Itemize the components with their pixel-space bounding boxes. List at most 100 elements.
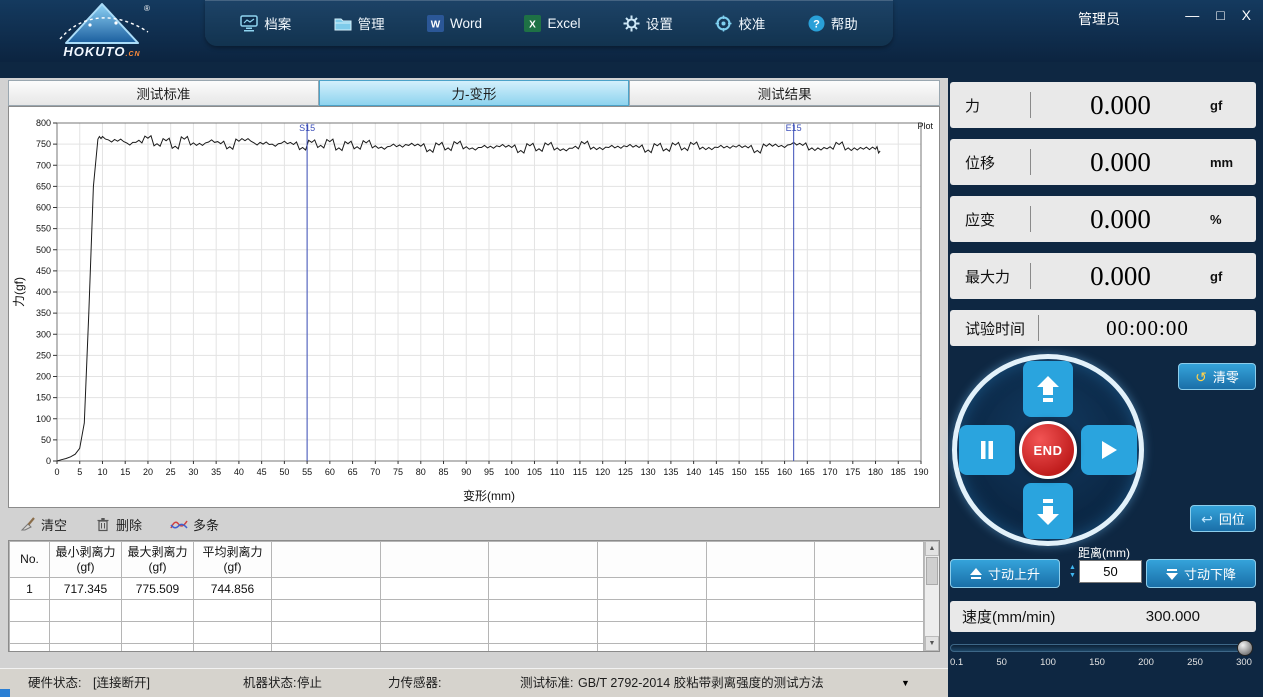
- table-cell: 1: [10, 578, 50, 600]
- slider-knob[interactable]: [1237, 640, 1253, 656]
- table-row[interactable]: 1 717.345 775.509 744.856: [10, 578, 924, 600]
- menu-item-settings[interactable]: 设置: [623, 13, 673, 33]
- menu-item-word[interactable]: W Word: [427, 15, 482, 32]
- standard-dropdown-arrow[interactable]: ▼: [901, 669, 910, 697]
- svg-text:0: 0: [46, 456, 51, 466]
- svg-text:500: 500: [36, 245, 51, 255]
- svg-text:185: 185: [891, 467, 906, 477]
- chart-card: 0510152025303540455055606570758085909510…: [8, 106, 940, 508]
- strain-label: 应变: [950, 209, 1030, 230]
- distance-spin-arrows[interactable]: ▲▼: [1066, 560, 1079, 583]
- column-header: 最大剥离力 (gf): [122, 542, 194, 578]
- svg-text:160: 160: [777, 467, 792, 477]
- tick-label: 150: [1089, 657, 1105, 668]
- multi-curve-button[interactable]: 多条: [170, 515, 219, 534]
- menu-item-label: Word: [450, 16, 482, 31]
- menu-item-calibrate[interactable]: 校准: [715, 13, 765, 33]
- logo-text: HOKUTO: [63, 44, 125, 59]
- logo-triangle-icon: ® HOKUTO.CN: [46, 1, 160, 61]
- close-button[interactable]: X: [1242, 7, 1251, 23]
- menu-item-help[interactable]: ? 帮助: [808, 13, 858, 33]
- zero-button[interactable]: ↺ 清零: [1178, 363, 1256, 390]
- machine-status-value: 停止: [297, 669, 322, 697]
- svg-text:650: 650: [36, 181, 51, 191]
- move-up-button[interactable]: [1023, 361, 1073, 417]
- menu-item-excel[interactable]: X Excel: [524, 15, 580, 32]
- menu-item-archive[interactable]: 档案: [240, 13, 291, 33]
- svg-text:550: 550: [36, 224, 51, 234]
- svg-text:40: 40: [234, 467, 244, 477]
- displacement-unit: mm: [1210, 155, 1256, 170]
- end-button[interactable]: END: [1019, 421, 1077, 479]
- pause-button[interactable]: [959, 425, 1015, 475]
- svg-text:115: 115: [573, 467, 587, 477]
- force-deformation-chart[interactable]: 0510152025303540455055606570758085909510…: [11, 109, 937, 505]
- strain-readout: 应变 0.000 %: [950, 196, 1256, 242]
- svg-text:120: 120: [595, 467, 610, 477]
- table-row-empty[interactable]: [10, 622, 924, 644]
- svg-text:35: 35: [211, 467, 221, 477]
- clear-label: 清空: [41, 515, 67, 534]
- delete-label: 删除: [116, 515, 142, 534]
- start-button[interactable]: [1081, 425, 1137, 475]
- svg-text:S15: S15: [299, 123, 315, 133]
- pause-icon: [979, 441, 995, 459]
- distance-input[interactable]: 50: [1079, 560, 1142, 583]
- svg-text:5: 5: [77, 467, 82, 477]
- tab-force-deformation[interactable]: 力-变形: [319, 80, 630, 106]
- svg-text:80: 80: [416, 467, 426, 477]
- table-cell: 744.856: [194, 578, 272, 600]
- tick-label: 50: [996, 657, 1007, 668]
- scroll-down-button[interactable]: ▼: [925, 636, 939, 651]
- tab-test-standard[interactable]: 测试标准: [8, 80, 319, 106]
- test-standard-value: GB/T 2792-2014 胶粘带剥离强度的测试方法: [578, 669, 824, 697]
- max-force-value: 0.000: [1031, 261, 1210, 292]
- jog-down-button[interactable]: 寸动下降: [1146, 559, 1256, 588]
- menu-item-label: Excel: [547, 16, 580, 31]
- tick-label: 100: [1040, 657, 1056, 668]
- max-force-readout: 最大力 0.000 gf: [950, 253, 1256, 299]
- calibrate-target-icon: [715, 15, 732, 32]
- slider-track[interactable]: [950, 644, 1252, 652]
- scroll-up-button[interactable]: ▲: [925, 541, 939, 556]
- table-scrollbar[interactable]: ▲ ▼: [924, 541, 939, 651]
- menubar: 档案 管理 W Word X Excel 设置 校准: [205, 0, 893, 46]
- displacement-readout: 位移 0.000 mm: [950, 139, 1256, 185]
- maximize-button[interactable]: □: [1216, 7, 1224, 23]
- force-unit: gf: [1210, 98, 1256, 113]
- tick-label: 250: [1187, 657, 1203, 668]
- svg-text:50: 50: [41, 435, 51, 445]
- move-down-button[interactable]: [1023, 483, 1073, 539]
- menu-item-manage[interactable]: 管理: [334, 13, 385, 33]
- window-corner-accent: [0, 689, 10, 697]
- svg-text:30: 30: [188, 467, 198, 477]
- svg-text:700: 700: [36, 160, 51, 170]
- svg-text:750: 750: [36, 139, 51, 149]
- minimize-button[interactable]: —: [1185, 7, 1199, 23]
- svg-text:W: W: [431, 19, 441, 30]
- test-time-label: 试验时间: [950, 318, 1038, 339]
- speed-slider[interactable]: [950, 641, 1252, 655]
- svg-text:175: 175: [845, 467, 860, 477]
- hardware-status-label: 硬件状态:: [28, 669, 81, 697]
- svg-text:X: X: [530, 19, 537, 30]
- speed-label: 速度(mm/min): [950, 606, 1055, 627]
- table-cell: 775.509: [122, 578, 194, 600]
- menu-item-label: 档案: [264, 13, 291, 33]
- scroll-track[interactable]: [925, 586, 939, 636]
- logo-suffix: .CN: [126, 51, 141, 58]
- table-row-empty[interactable]: [10, 644, 924, 653]
- table-row-empty[interactable]: [10, 600, 924, 622]
- svg-text:60: 60: [325, 467, 335, 477]
- chart-toolbar: 清空 删除 多条: [8, 510, 940, 538]
- tab-test-results[interactable]: 测试结果: [629, 80, 940, 106]
- column-header: [815, 542, 924, 578]
- table-cell: [380, 578, 489, 600]
- delete-button[interactable]: 删除: [95, 515, 142, 534]
- svg-text:130: 130: [641, 467, 656, 477]
- column-header: [706, 542, 815, 578]
- clear-button[interactable]: 清空: [20, 515, 67, 534]
- scroll-thumb[interactable]: [926, 557, 938, 585]
- jog-up-button[interactable]: 寸动上升: [950, 559, 1060, 588]
- return-button[interactable]: ↩ 回位: [1190, 505, 1256, 532]
